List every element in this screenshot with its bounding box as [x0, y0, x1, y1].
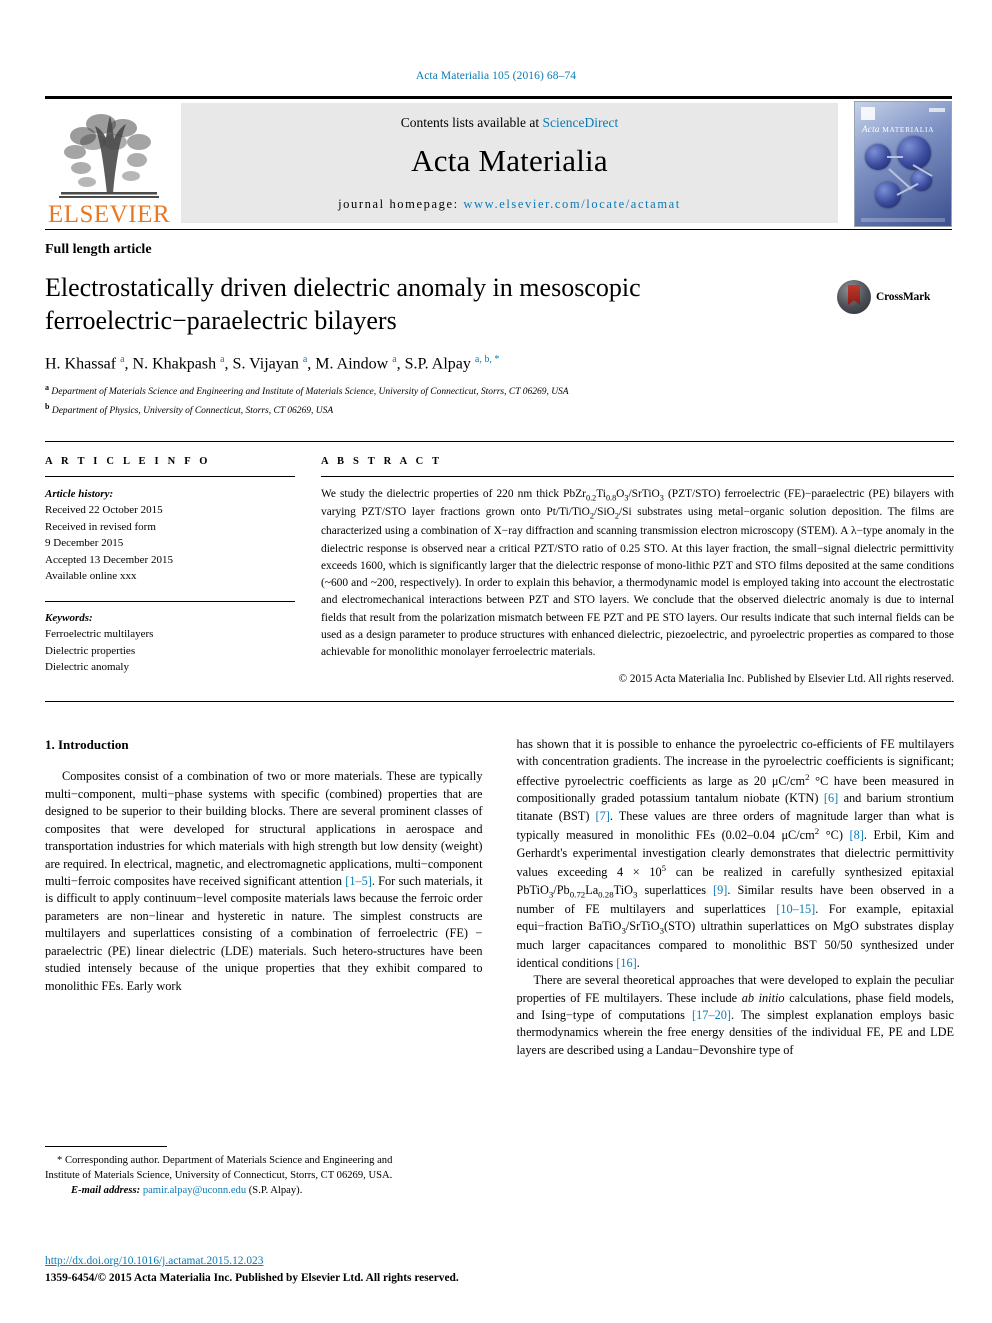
journal-title: Acta Materialia	[411, 142, 608, 178]
affiliation-b: b Department of Physics, University of C…	[45, 401, 947, 419]
footnote-email-line: E-mail address: pamir.alpay@uconn.edu (S…	[45, 1183, 460, 1198]
article-info-heading: A R T I C L E I N F O	[45, 455, 211, 467]
elsevier-logo: ELSEVIER	[45, 99, 173, 229]
title-row: Electrostatically driven dielectric anom…	[45, 272, 947, 338]
cover-footer-band	[861, 218, 945, 222]
contents-prefix-text: Contents lists available at	[400, 114, 543, 130]
article-history-label: Article history:	[45, 487, 114, 500]
cover-corner-mark-icon	[929, 108, 945, 112]
footnote-line-2: Institute of Materials Science, Universi…	[45, 1170, 393, 1182]
homepage-url-link[interactable]: www.elsevier.com/locate/actamat	[463, 197, 680, 211]
email-address-label: E-mail address:	[71, 1185, 141, 1197]
history-item: Received 22 October 2015	[45, 504, 163, 517]
crossmark-label: CrossMark	[876, 291, 931, 303]
crossmark-circle-icon	[837, 280, 871, 314]
footnote-line-1: * Corresponding author. Department of Ma…	[57, 1155, 393, 1166]
page-title: Electrostatically driven dielectric anom…	[45, 273, 641, 335]
elsevier-wordmark: ELSEVIER	[47, 201, 171, 228]
info-abstract-band: A R T I C L E I N F O Article history: R…	[45, 440, 954, 685]
affiliation-b-marker: b	[45, 401, 50, 411]
article-info-rule	[45, 475, 295, 477]
abstract-copyright: © 2015 Acta Materialia Inc. Published by…	[618, 672, 954, 685]
running-head: Acta Materialia 105 (2016) 68–74	[415, 70, 577, 82]
keywords-block: Keywords: Ferroelectric multilayers Diel…	[45, 610, 295, 676]
journal-cover-block: Acta MATERIALIA	[846, 99, 952, 229]
journal-homepage-line: journal homepage: www.elsevier.com/locat…	[338, 197, 681, 212]
elsevier-tree-icon	[53, 106, 165, 202]
body-column-right: has shown that it is possible to enhance…	[500, 736, 955, 1060]
cover-elsevier-mark-icon	[861, 107, 875, 120]
affiliation-a-marker: a	[45, 382, 49, 392]
history-item: Received in revised form	[45, 520, 156, 533]
history-item: Accepted 13 December 2015	[45, 553, 173, 566]
body-paragraph: has shown that it is possible to enhance…	[516, 736, 955, 970]
keywords-label: Keywords:	[45, 611, 93, 624]
keywords-rule	[45, 600, 295, 602]
affiliation-a-text: Department of Materials Science and Engi…	[51, 386, 569, 397]
cover-title-text: Acta MATERIALIA	[862, 124, 934, 134]
article-type-label: Full length article	[45, 242, 152, 257]
history-item: 9 December 2015	[45, 537, 124, 550]
sciencedirect-link[interactable]: ScienceDirect	[543, 115, 619, 130]
contents-available-line: Contents lists available at ScienceDirec…	[401, 115, 618, 131]
body-paragraph: There are several theoretical approaches…	[516, 973, 955, 1057]
body-two-columns: 1. Introduction Composites consist of a …	[45, 736, 954, 1060]
keyword-item: Ferroelectric multilayers	[45, 628, 154, 641]
journal-masthead: ELSEVIER Contents lists available at Sci…	[45, 96, 952, 229]
journal-article-page: Acta Materialia 105 (2016) 68–74 ELSEVIE…	[0, 0, 992, 1323]
history-item: Available online xxx	[45, 570, 137, 583]
email-suffix: (S.P. Alpay).	[246, 1185, 303, 1197]
page-footer: http://dx.doi.org/10.1016/j.actamat.2015…	[45, 1253, 515, 1287]
footnote-rule	[45, 1146, 167, 1147]
abstract-heading: A B S T R A C T	[321, 455, 443, 467]
corresponding-author-email-link[interactable]: pamir.alpay@uconn.edu	[143, 1185, 246, 1196]
issn-copyright-line: 1359-6454/© 2015 Acta Materialia Inc. Pu…	[45, 1272, 459, 1285]
keyword-item: Dielectric anomaly	[45, 661, 129, 674]
abstract-column: A B S T R A C T We study the dielectric …	[321, 456, 954, 685]
sciencedirect-banner: Contents lists available at ScienceDirec…	[181, 103, 838, 223]
section-heading-introduction: 1. Introduction	[45, 736, 129, 752]
abstract-rule	[321, 475, 954, 477]
abstract-text: We study the dielectric properties of 22…	[321, 487, 954, 659]
article-history-block: Article history: Received 22 October 201…	[45, 486, 295, 585]
homepage-label: journal homepage:	[338, 196, 464, 211]
body-paragraph: Composites consist of a combination of t…	[45, 769, 483, 993]
crossmark-badge[interactable]: CrossMark	[837, 272, 947, 314]
masthead-bottom-rule	[45, 229, 952, 230]
journal-cover-thumbnail: Acta MATERIALIA	[854, 101, 952, 227]
affiliation-b-text: Department of Physics, University of Con…	[51, 405, 334, 416]
doi-link[interactable]: http://dx.doi.org/10.1016/j.actamat.2015…	[45, 1255, 263, 1267]
affiliation-a: a Department of Materials Science and En…	[45, 382, 947, 400]
crossmark-ribbon-icon	[848, 285, 860, 305]
keyword-item: Dielectric properties	[45, 644, 136, 657]
cover-bond-1-icon	[887, 156, 903, 158]
corresponding-author-footnote: * Corresponding author. Department of Ma…	[45, 1146, 460, 1198]
cover-title-italic: Acta	[862, 124, 880, 134]
band-bottom-rule	[45, 700, 954, 702]
cover-title-small: MATERIALIA	[882, 125, 935, 134]
article-info-column: A R T I C L E I N F O Article history: R…	[45, 456, 321, 676]
author-list: H. Khassaf a, N. Khakpash a, S. Vijayan …	[45, 353, 500, 372]
body-column-left: 1. Introduction Composites consist of a …	[45, 736, 500, 995]
